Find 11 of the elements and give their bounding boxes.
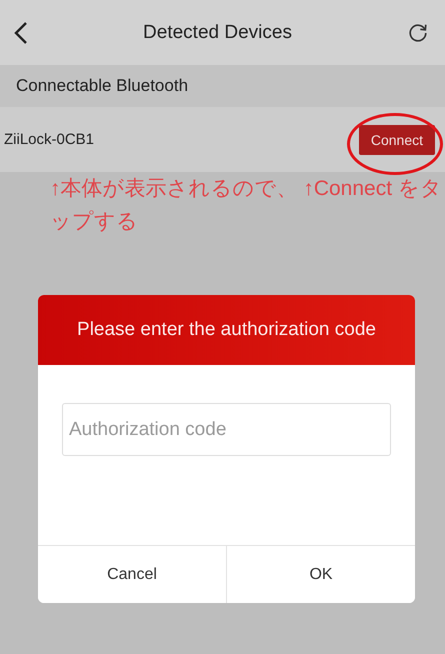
back-icon[interactable] — [14, 20, 28, 44]
annotation-note: ↑本体が表示されるので、 ↑Connect をタップする — [50, 176, 442, 235]
device-name: ZiiLock-0CB1 — [4, 131, 94, 148]
refresh-icon[interactable] — [407, 22, 429, 44]
connect-button[interactable]: Connect — [358, 124, 435, 154]
authorization-code-field[interactable]: Authorization code — [62, 403, 391, 456]
dialog-title: Please enter the authorization code — [77, 319, 376, 341]
section-title: Connectable Bluetooth — [16, 76, 188, 96]
device-row[interactable]: ZiiLock-0CB1 Connect — [0, 107, 445, 172]
dialog-button[interactable]: OK — [226, 546, 415, 603]
page-title: Detected Devices — [143, 22, 292, 44]
